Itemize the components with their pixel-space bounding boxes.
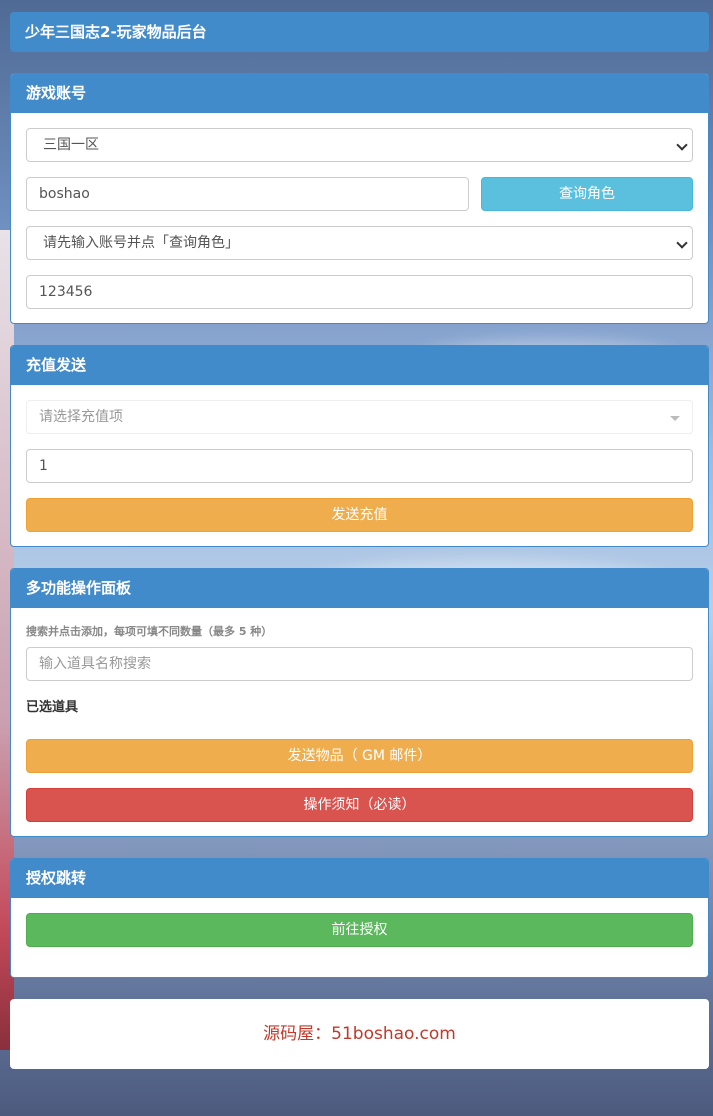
selected-items-label: 已选道具 — [26, 700, 79, 715]
password-input-value: 123456 — [39, 284, 93, 300]
account-input-value: boshao — [39, 186, 90, 202]
item-search-input[interactable]: 输入道具名称搜索 — [26, 647, 693, 681]
send-items-button[interactable]: 发送物品（ GM 邮件） — [26, 739, 693, 773]
server-select-value: 三国一区 — [43, 137, 99, 153]
account-panel: 游戏账号 三国一区 boshao 查询角色 请先输入账号并点「查询角色」 123… — [10, 73, 709, 324]
server-select[interactable]: 三国一区 — [26, 128, 693, 162]
chevron-down-icon — [676, 237, 688, 249]
password-input[interactable]: 123456 — [26, 275, 693, 309]
search-hint: 搜索并点击添加，每项可填不同数量（最多 5 种） — [26, 625, 273, 638]
role-select[interactable]: 请先输入账号并点「查询角色」 — [26, 226, 693, 260]
goto-auth-button[interactable]: 前往授权 — [26, 913, 693, 947]
auth-panel-title: 授权跳转 — [11, 859, 708, 898]
page-container: 少年三国志2-玩家物品后台 游戏账号 三国一区 boshao 查询角色 请先输入… — [10, 12, 709, 1069]
multi-panel-title: 多功能操作面板 — [11, 569, 708, 608]
quantity-input-value: 1 — [39, 458, 48, 474]
auth-panel: 授权跳转 前往授权 — [10, 858, 709, 978]
account-panel-title: 游戏账号 — [11, 74, 708, 113]
multi-function-panel: 多功能操作面板 搜索并点击添加，每项可填不同数量（最多 5 种） 输入道具名称搜… — [10, 568, 709, 837]
recharge-item-select[interactable]: 请选择充值项 — [26, 400, 693, 434]
recharge-item-placeholder: 请选择充值项 — [39, 409, 123, 425]
notice-button[interactable]: 操作须知（必读） — [26, 788, 693, 822]
recharge-panel: 充值发送 请选择充值项 1 发送充值 — [10, 345, 709, 547]
role-select-value: 请先输入账号并点「查询角色」 — [43, 235, 239, 251]
footer-text: 源码屋：51boshao.com — [263, 1024, 456, 1044]
footer: 源码屋：51boshao.com — [10, 999, 709, 1069]
recharge-panel-title: 充值发送 — [11, 346, 708, 385]
query-role-button[interactable]: 查询角色 — [481, 177, 693, 211]
account-input[interactable]: boshao — [26, 177, 469, 211]
quantity-input[interactable]: 1 — [26, 449, 693, 483]
page-title: 少年三国志2-玩家物品后台 — [10, 12, 709, 52]
item-search-placeholder: 输入道具名称搜索 — [39, 656, 151, 672]
chevron-down-icon — [676, 139, 688, 151]
send-recharge-button[interactable]: 发送充值 — [26, 498, 693, 532]
caret-down-icon — [670, 416, 680, 421]
